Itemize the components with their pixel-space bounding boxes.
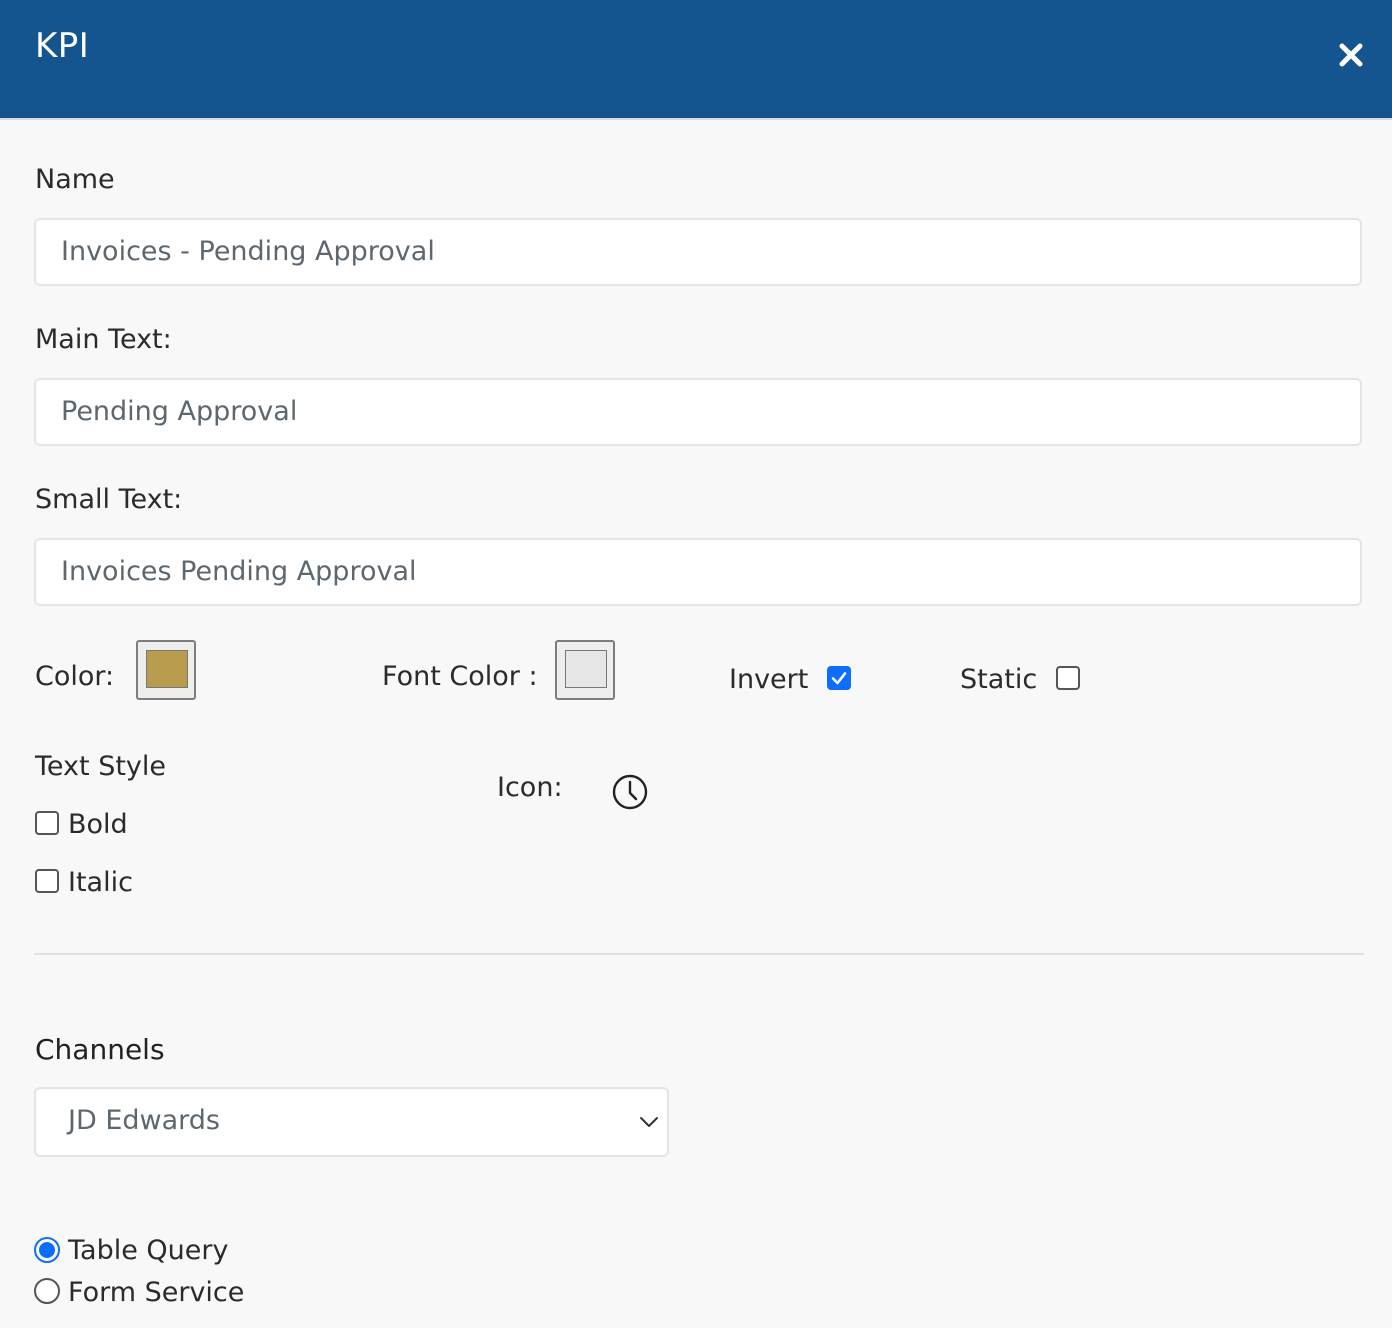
modal-header: KPI	[0, 0, 1392, 120]
color-label: Color:	[35, 661, 115, 692]
icon-label: Icon:	[497, 772, 563, 803]
check-icon	[831, 672, 847, 685]
invert-checkbox[interactable]	[827, 666, 851, 690]
font-color-picker[interactable]	[555, 640, 615, 700]
font-color-swatch	[565, 650, 607, 688]
static-checkbox[interactable]	[1056, 666, 1080, 690]
table-query-radio[interactable]	[34, 1237, 60, 1263]
color-swatch	[146, 650, 188, 688]
clock-icon[interactable]	[610, 772, 650, 812]
italic-checkbox[interactable]	[35, 869, 59, 893]
name-label: Name	[35, 164, 115, 195]
table-query-label: Table Query	[68, 1235, 229, 1266]
chevron-down-icon	[639, 1114, 659, 1133]
bold-checkbox[interactable]	[35, 811, 59, 835]
invert-label: Invert	[729, 664, 809, 695]
divider	[34, 953, 1364, 955]
italic-label: Italic	[68, 867, 133, 898]
close-icon[interactable]	[1336, 40, 1366, 70]
color-picker[interactable]	[136, 640, 196, 700]
main-text-input[interactable]: Pending Approval	[34, 378, 1362, 446]
bold-label: Bold	[68, 809, 128, 840]
main-text-label: Main Text:	[35, 324, 172, 355]
modal-title: KPI	[35, 26, 90, 66]
small-text-input[interactable]: Invoices Pending Approval	[34, 538, 1362, 606]
text-style-label: Text Style	[35, 751, 167, 782]
name-input[interactable]: Invoices - Pending Approval	[34, 218, 1362, 286]
small-text-label: Small Text:	[35, 484, 183, 515]
form-service-radio[interactable]	[34, 1278, 60, 1304]
channels-select[interactable]: JD Edwards	[34, 1087, 669, 1157]
static-label: Static	[960, 664, 1038, 695]
channels-select-value: JD Edwards	[68, 1105, 220, 1136]
form-service-label: Form Service	[68, 1277, 245, 1308]
font-color-label: Font Color :	[382, 661, 538, 692]
channels-heading: Channels	[35, 1033, 165, 1066]
